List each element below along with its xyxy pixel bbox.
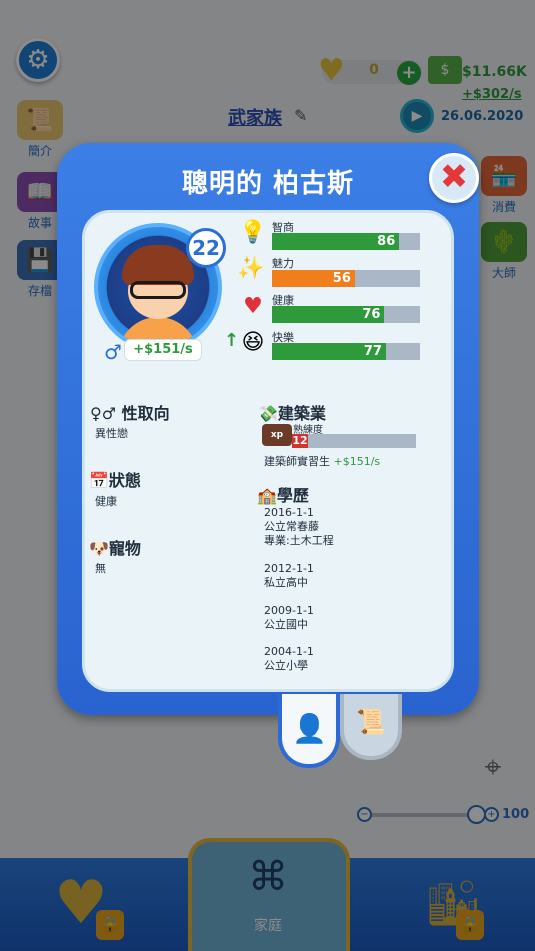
gender-symbols-icon: ♀♂ (90, 404, 122, 423)
education-entry: 2009-1-1 公立國中 (264, 604, 314, 632)
job-income: +$151/s (333, 455, 381, 468)
dog-icon: 🐶 (89, 539, 109, 558)
close-icon: ✖ (439, 157, 469, 197)
status-heading: 📅狀態 (89, 471, 141, 490)
stat-fill: 56 (272, 270, 355, 287)
stat-value: 86 (377, 234, 396, 249)
stat-fill: 76 (272, 306, 385, 323)
job-line: 建築師實習生 +$151/s (264, 453, 380, 469)
stat-bar-iq: 86 (272, 233, 420, 250)
age-badge: 22 (186, 228, 226, 268)
proficiency-bar (292, 434, 416, 448)
education-school: 公立常春藤 (264, 520, 319, 533)
calendar-icon: 📅 (89, 471, 109, 490)
orientation-heading: ♀♂ 性取向 (90, 404, 170, 423)
pet-heading: 🐶寵物 (89, 539, 141, 558)
stat-bar-happiness: 77 (272, 343, 420, 360)
education-school: 私立高中 (264, 576, 308, 589)
stat-bar-health: 76 (272, 306, 420, 323)
character-income: +$151/s (124, 339, 202, 361)
education-date: 2016-1-1 (264, 506, 314, 519)
orientation-value: 異性戀 (95, 427, 128, 440)
charm-icon: ✨ (237, 256, 265, 281)
education-entry: 2004-1-1 公立小學 (264, 645, 314, 673)
education-school: 公立小學 (264, 659, 308, 672)
education-date: 2004-1-1 (264, 645, 314, 658)
avatar-glasses (130, 281, 186, 299)
job-title: 建築師實習生 (264, 455, 330, 468)
education-entry: 2012-1-1 私立高中 (264, 562, 314, 590)
scroll-icon: 📜 (356, 708, 386, 736)
pet-value: 無 (95, 562, 106, 575)
education-major: 專業:土木工程 (264, 534, 334, 547)
stat-fill: 77 (272, 343, 386, 360)
stat-value: 77 (363, 344, 382, 359)
arrow-up-icon: ↑ (224, 330, 240, 351)
stat-value: 76 (362, 307, 381, 322)
education-school: 公立國中 (264, 618, 308, 631)
happy-face-icon: 😆 (241, 330, 265, 355)
stat-bar-charm: 56 (272, 270, 420, 287)
avatar-hair (122, 245, 194, 285)
lightbulb-icon: 💡 (239, 220, 267, 245)
school-icon: 🏫 (257, 486, 277, 505)
education-entry: 2016-1-1 公立常春藤 專業:土木工程 (264, 506, 334, 548)
money-wings-icon: 💸 (258, 404, 278, 423)
person-icon: 👤 (292, 712, 327, 745)
stat-value: 56 (332, 271, 351, 286)
close-button[interactable]: ✖ (429, 153, 479, 203)
male-icon: ♂ (104, 340, 122, 364)
education-heading: 🏫學歷 (257, 486, 309, 505)
status-value: 健康 (95, 495, 117, 508)
modal-title: 聰明的 柏古斯 (181, 169, 355, 199)
education-date: 2012-1-1 (264, 562, 314, 575)
xp-icon: xp (262, 424, 292, 446)
heart-icon: ♥ (243, 294, 263, 319)
education-date: 2009-1-1 (264, 604, 314, 617)
stat-fill: 86 (272, 233, 400, 250)
stat-label: 魅力 (272, 257, 294, 270)
proficiency-level: 12 (292, 434, 308, 448)
